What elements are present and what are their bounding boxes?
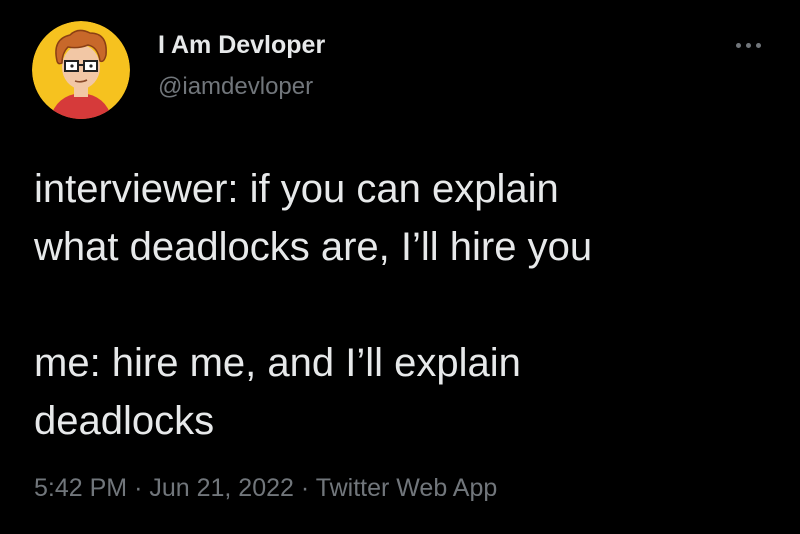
more-options-icon-dot <box>745 42 751 48</box>
meta-separator: · <box>300 474 316 502</box>
tweet-line: me: hire me, and I’ll explain <box>34 341 521 385</box>
tweet-source[interactable]: Twitter Web App <box>316 474 498 502</box>
author-handle[interactable]: @iamdevloper <box>158 73 313 101</box>
tweet-date[interactable]: Jun 21, 2022 <box>149 474 294 502</box>
avatar[interactable] <box>32 21 130 119</box>
more-options-button[interactable] <box>726 30 770 60</box>
tweet-metadata: 5:42 PM · Jun 21, 2022 · Twitter Web App <box>34 474 497 503</box>
author-display-name[interactable]: I Am Devloper <box>158 31 325 60</box>
more-options-icon-dot <box>755 42 761 48</box>
tweet-line: deadlocks <box>34 399 215 443</box>
cartoon-developer-avatar-icon <box>32 21 130 119</box>
tweet-text: interviewer: if you can explain what dea… <box>34 160 774 450</box>
more-options-icon <box>735 42 741 48</box>
meta-separator: · <box>134 474 150 502</box>
tweet-line: what deadlocks are, I’ll hire you <box>34 225 593 269</box>
tweet-time[interactable]: 5:42 PM <box>34 474 127 502</box>
tweet: I Am Devloper @iamdevloper interviewer: … <box>0 0 800 534</box>
tweet-line: interviewer: if you can explain <box>34 167 559 211</box>
